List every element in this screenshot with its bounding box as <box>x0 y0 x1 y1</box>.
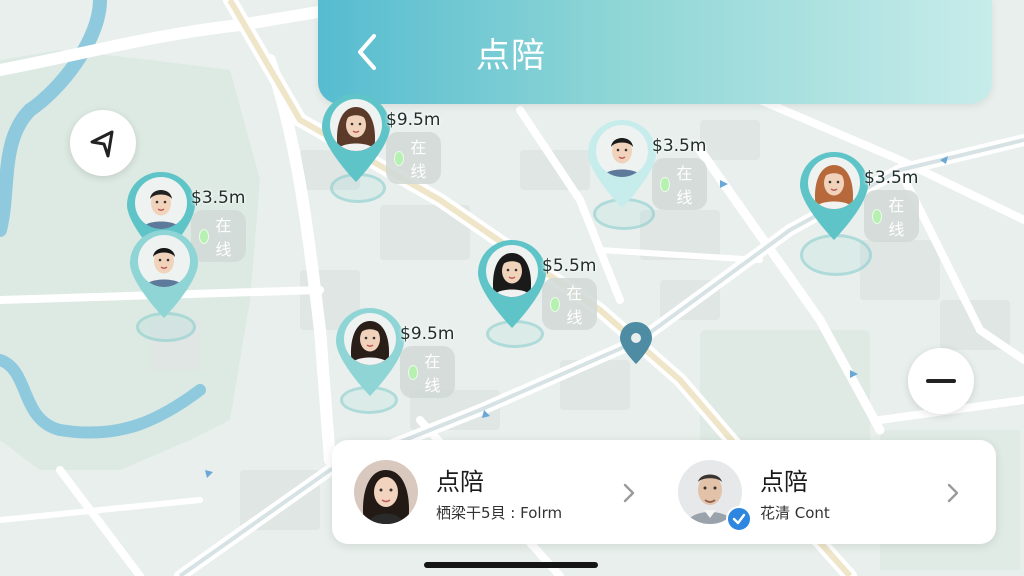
back-arrow-icon[interactable] <box>348 30 388 74</box>
navigation-arrow-icon <box>90 130 114 158</box>
verified-badge-icon <box>726 506 752 532</box>
chevron-right-icon <box>947 483 959 503</box>
companion-name: 点陪 <box>760 468 808 496</box>
companion-description: 栖梁干5貝 : Folrm <box>436 504 563 522</box>
distance-label: $3.5m <box>652 136 707 156</box>
online-dot-icon <box>660 176 671 192</box>
status-text: 在线 <box>566 284 583 327</box>
companion-card[interactable]: 点陪 栖梁干5貝 : Folrm <box>332 440 652 544</box>
companion-name: 点陪 <box>436 468 484 496</box>
distance-label: $9.5m <box>400 324 455 344</box>
locate-me-button[interactable] <box>70 110 136 176</box>
online-dot-icon <box>199 228 210 244</box>
avatar <box>486 245 538 297</box>
online-status-badge: 在线 <box>400 346 456 398</box>
companion-list-panel: 点陪 栖梁干5貝 : Folrm 点陪 花清 Cont <box>332 440 996 544</box>
online-dot-icon <box>408 364 419 380</box>
online-status-badge: 在线 <box>542 278 598 330</box>
avatar <box>596 125 648 177</box>
online-dot-icon <box>394 150 405 166</box>
avatar <box>330 99 382 151</box>
minus-icon <box>926 379 956 383</box>
page-title: 点陪 <box>476 36 546 76</box>
home-indicator[interactable] <box>424 562 598 568</box>
companion-description: 花清 Cont <box>760 504 830 522</box>
online-status-badge: 在线 <box>652 158 708 210</box>
status-text: 在线 <box>410 138 427 181</box>
online-dot-icon <box>550 296 561 312</box>
distance-label: $9.5m <box>386 110 441 130</box>
status-text: 在线 <box>215 216 232 259</box>
status-text: 在线 <box>888 196 905 239</box>
top-header-bar: 点陪 <box>318 0 992 104</box>
companion-card[interactable]: 点陪 花清 Cont <box>656 440 976 544</box>
avatar <box>344 313 396 365</box>
zoom-out-button[interactable] <box>908 348 974 414</box>
online-dot-icon <box>872 208 883 224</box>
avatar <box>354 460 418 524</box>
distance-label: $3.5m <box>864 168 919 188</box>
avatar <box>808 157 860 209</box>
online-status-badge: 在线 <box>864 190 920 242</box>
distance-label: $5.5m <box>542 256 597 276</box>
distance-label: $3.5m <box>191 188 246 208</box>
online-status-badge: 在线 <box>386 132 442 184</box>
chevron-right-icon <box>623 483 635 503</box>
avatar <box>138 235 190 287</box>
status-text: 在线 <box>424 352 441 395</box>
status-text: 在线 <box>676 164 693 207</box>
avatar <box>135 177 187 229</box>
